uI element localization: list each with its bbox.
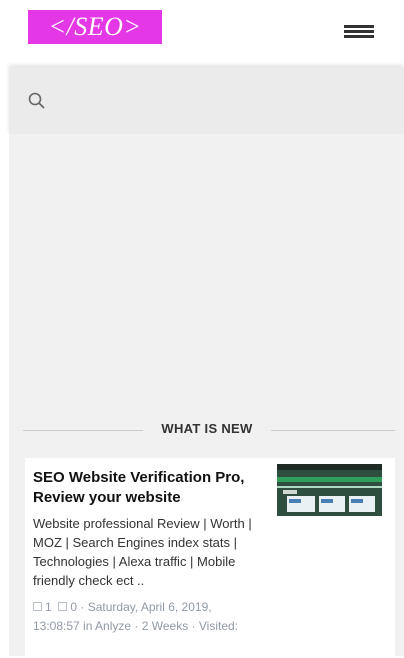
divider	[271, 430, 395, 431]
article-meta: 1 0 · Saturday, April 6, 2019, 13:08:57 …	[33, 598, 333, 636]
section-heading: WHAT IS NEW	[9, 414, 404, 446]
thumb-tile-accent	[351, 499, 363, 503]
comment-icon	[58, 602, 68, 611]
thumb-tile-accent	[289, 499, 301, 503]
thumb-tile	[349, 496, 375, 512]
like-icon	[33, 602, 42, 611]
section-title: WHAT IS NEW	[161, 421, 253, 436]
thumb-tile-accent	[321, 499, 333, 503]
thumb-block	[283, 490, 297, 494]
article-date: · Saturday, April 6, 2019,	[80, 600, 212, 614]
divider	[23, 430, 143, 431]
hamburger-menu-button[interactable]	[344, 22, 374, 40]
article-thumbnail[interactable]	[277, 464, 382, 516]
search-icon[interactable]	[27, 91, 47, 111]
article-title[interactable]: SEO Website Verification Pro, Review you…	[33, 468, 271, 508]
thumb-strip	[277, 486, 382, 488]
menu-bar	[344, 25, 374, 28]
thumb-header	[277, 464, 382, 470]
thumb-tile	[319, 496, 345, 512]
comment-count: 0	[70, 600, 78, 614]
article-time-category: 13:08:57 in Anlyze · 2 Weeks · Visited:	[33, 619, 239, 633]
thumb-banner	[277, 477, 382, 482]
search-bar[interactable]	[9, 67, 404, 134]
thumb-tile	[287, 496, 315, 512]
top-header: </SEO>	[0, 0, 404, 64]
article-description: Website professional Review | Worth | MO…	[33, 516, 252, 588]
main-content: WHAT IS NEW SEO Website Verification Pro…	[9, 134, 404, 658]
menu-bar	[344, 30, 374, 33]
article-card[interactable]: SEO Website Verification Pro, Review you…	[25, 458, 395, 658]
site-logo[interactable]: </SEO>	[28, 10, 162, 44]
menu-bar	[344, 35, 374, 38]
like-count: 1	[45, 600, 52, 614]
